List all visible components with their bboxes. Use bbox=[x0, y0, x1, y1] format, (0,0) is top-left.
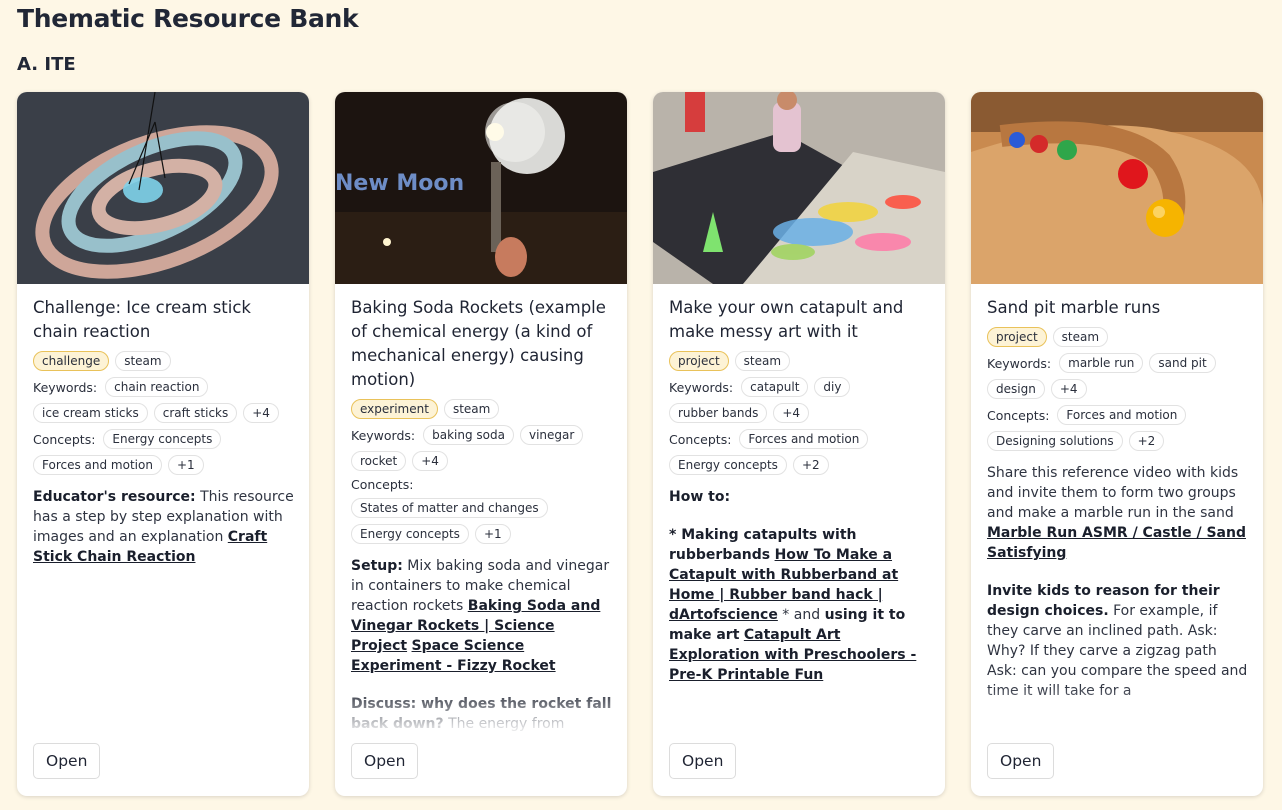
concepts-label: Concepts: bbox=[987, 407, 1050, 423]
concept-tag: States of matter and changes bbox=[351, 498, 548, 518]
concept-tag: Energy concepts bbox=[103, 429, 222, 449]
concept-tag: Forces and motion bbox=[33, 455, 162, 475]
type-tag: project bbox=[669, 351, 729, 371]
open-button[interactable]: Open bbox=[669, 743, 737, 779]
concepts-more-tag[interactable]: +2 bbox=[792, 455, 829, 475]
keyword-tag: design bbox=[987, 379, 1045, 399]
keywords-more-tag[interactable]: +4 bbox=[1050, 379, 1087, 399]
steam-tag: steam bbox=[443, 399, 500, 419]
concepts-more-tag[interactable]: +1 bbox=[167, 455, 204, 475]
keywords-label: Keywords: bbox=[351, 427, 416, 443]
card-image-baking-soda-rockets: New Moon bbox=[335, 92, 627, 284]
keywords-label: Keywords: bbox=[987, 355, 1052, 371]
open-button[interactable]: Open bbox=[987, 743, 1055, 779]
page-title: Thematic Resource Bank bbox=[17, 4, 359, 33]
concept-tag: Forces and motion bbox=[1057, 405, 1187, 425]
resource-card-catapult[interactable]: Make your own catapult and make messy ar… bbox=[653, 92, 945, 796]
keywords-more-tag[interactable]: +4 bbox=[412, 451, 448, 471]
card-description: Share this reference video with kids and… bbox=[987, 463, 1249, 701]
concept-tag: Designing solutions bbox=[987, 431, 1123, 451]
type-tag: project bbox=[987, 327, 1047, 347]
keyword-tag: rubber bands bbox=[669, 403, 768, 423]
card-image-catapult bbox=[653, 92, 945, 284]
desc-bold: How to: bbox=[669, 489, 731, 505]
keyword-tag: craft sticks bbox=[153, 403, 238, 423]
card-title: Challenge: Ice cream stick chain reactio… bbox=[33, 298, 251, 341]
keyword-tag: baking soda bbox=[423, 425, 514, 445]
desc-text: The energy from chemical reaction pushes… bbox=[448, 716, 565, 732]
card-title: Baking Soda Rockets (example of chemical… bbox=[351, 298, 606, 389]
type-tag: experiment bbox=[351, 399, 438, 419]
section-title: A. ITE bbox=[17, 54, 76, 75]
card-image-chain-reaction bbox=[17, 92, 309, 284]
steam-tag: steam bbox=[734, 351, 791, 371]
concepts-more-tag[interactable]: +2 bbox=[1128, 431, 1165, 451]
open-button[interactable]: Open bbox=[33, 743, 101, 779]
type-tag: challenge bbox=[33, 351, 110, 371]
card-description: Setup: Mix baking soda and vinegar in co… bbox=[351, 556, 613, 736]
image-caption: New Moon bbox=[335, 171, 464, 196]
card-body: Baking Soda Rockets (example of chemical… bbox=[351, 296, 613, 736]
concept-tag: Energy concepts bbox=[351, 524, 469, 544]
keywords-label: Keywords: bbox=[669, 379, 734, 395]
concepts-label: Concepts: bbox=[351, 477, 414, 492]
concept-tag: Forces and motion bbox=[739, 429, 869, 449]
keywords-more-tag[interactable]: +4 bbox=[243, 403, 279, 423]
keywords-label: Keywords: bbox=[33, 379, 98, 395]
concepts-label: Concepts: bbox=[669, 431, 732, 447]
concepts-more-tag[interactable]: +1 bbox=[474, 524, 511, 544]
concept-tag: Energy concepts bbox=[669, 455, 787, 475]
keywords-more-tag[interactable]: +4 bbox=[773, 403, 810, 423]
keyword-tag: sand pit bbox=[1149, 353, 1216, 373]
card-image-sand-marble-run bbox=[971, 92, 1263, 284]
resource-card-sand-marble-run[interactable]: Sand pit marble runs project steam Keywo… bbox=[971, 92, 1263, 796]
desc-star: * bbox=[669, 527, 682, 543]
keyword-tag: vinegar bbox=[519, 425, 584, 445]
keyword-tag: rocket bbox=[351, 451, 407, 471]
card-title: Sand pit marble runs bbox=[987, 298, 1161, 317]
desc-text: * and bbox=[777, 607, 825, 623]
card-title: Make your own catapult and make messy ar… bbox=[669, 298, 904, 341]
card-description: Educator's resource: This resource has a… bbox=[33, 487, 295, 567]
desc-bold: Setup: bbox=[351, 558, 403, 574]
card-body: Challenge: Ice cream stick chain reactio… bbox=[33, 296, 295, 736]
resource-card-baking-soda-rockets[interactable]: New Moon Baking Soda Rockets (example of… bbox=[335, 92, 627, 796]
card-description: How to: * Making catapults with rubberba… bbox=[669, 487, 931, 685]
keyword-tag: diy bbox=[814, 377, 851, 397]
keyword-tag: ice cream sticks bbox=[33, 403, 148, 423]
keyword-tag: chain reaction bbox=[105, 377, 209, 397]
keyword-tag: catapult bbox=[741, 377, 809, 397]
resource-card-chain-reaction[interactable]: Challenge: Ice cream stick chain reactio… bbox=[17, 92, 309, 796]
desc-bold: Educator's resource: bbox=[33, 489, 196, 505]
steam-tag: steam bbox=[115, 351, 171, 371]
keyword-tag: marble run bbox=[1059, 353, 1144, 373]
desc-text: Share this reference video with kids and… bbox=[987, 465, 1239, 521]
concepts-label: Concepts: bbox=[33, 431, 96, 447]
open-button[interactable]: Open bbox=[351, 743, 419, 779]
desc-bold: Discuss: why does the rocket fall back d… bbox=[351, 696, 612, 732]
card-body: Make your own catapult and make messy ar… bbox=[669, 296, 931, 736]
card-body: Sand pit marble runs project steam Keywo… bbox=[987, 296, 1249, 736]
steam-tag: steam bbox=[1052, 327, 1109, 347]
resource-link[interactable]: Marble Run ASMR / Castle / Sand Satisfyi… bbox=[987, 525, 1246, 561]
